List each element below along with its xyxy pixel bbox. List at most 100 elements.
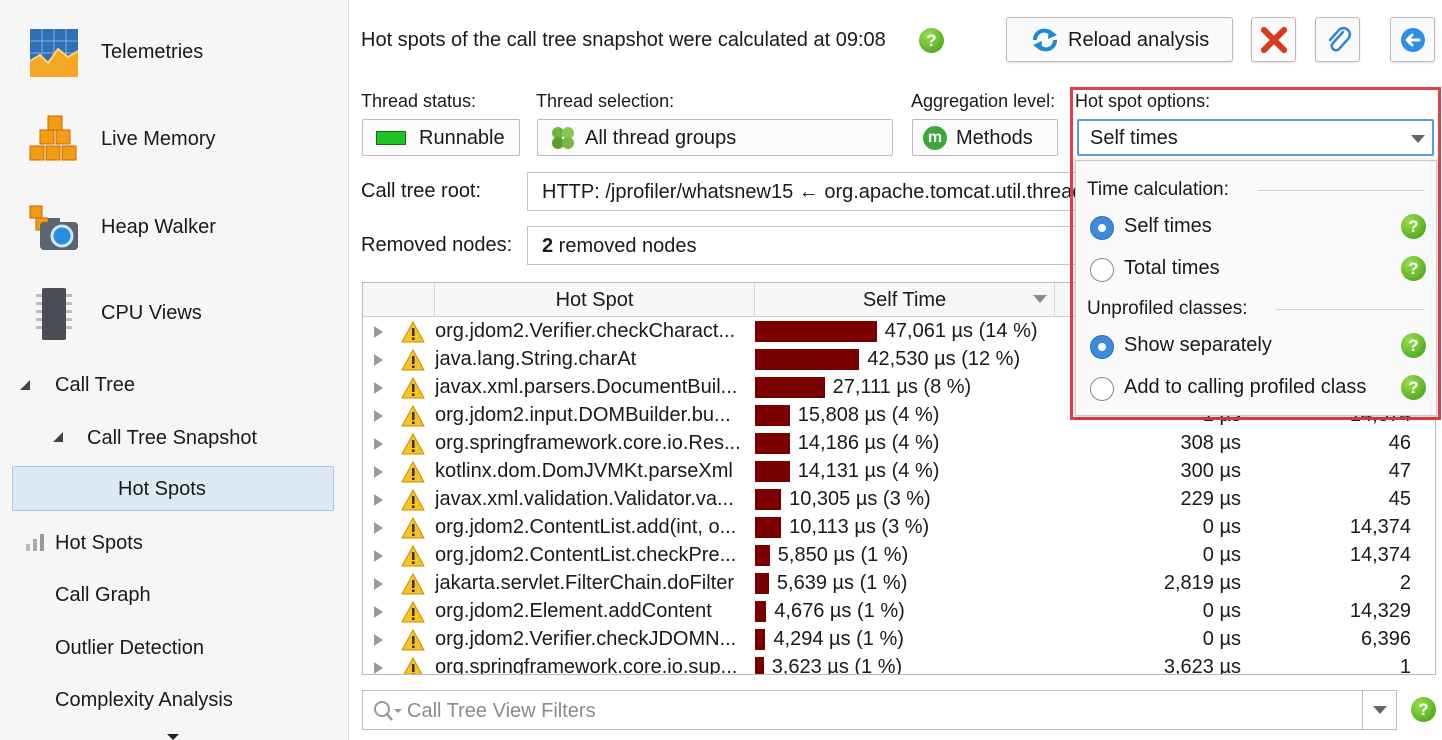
expand-triangle-icon[interactable] bbox=[374, 410, 383, 422]
table-row[interactable]: org.jdom2.ContentList.add(int, o... 10,11… bbox=[363, 514, 1435, 542]
cell-value: 14,329 bbox=[1349, 600, 1411, 622]
sidebar-item-call-graph[interactable]: Call Graph bbox=[55, 584, 151, 607]
table-row[interactable]: org.springframework.core.io.sup... 3,623 … bbox=[363, 654, 1435, 674]
table-row[interactable]: org.jdom2.Element.addContent 4,676 µs (1 … bbox=[363, 598, 1435, 626]
self-time-bar bbox=[755, 405, 790, 426]
self-time-bar bbox=[755, 601, 767, 622]
column-header-hot-spot[interactable]: Hot Spot bbox=[435, 283, 755, 317]
expand-triangle-icon[interactable] bbox=[374, 466, 383, 478]
back-arrow-icon bbox=[1401, 28, 1425, 52]
expand-triangle-icon[interactable] bbox=[374, 494, 383, 506]
warning-icon bbox=[401, 349, 425, 371]
scroll-down-icon[interactable] bbox=[167, 734, 179, 740]
hotspot-options-popup: Time calculation: Self times ? Total tim… bbox=[1075, 160, 1437, 416]
cell-value: 0 µs bbox=[1202, 628, 1241, 650]
thread-selection-value: All thread groups bbox=[585, 127, 737, 149]
expand-triangle-icon[interactable] bbox=[374, 326, 383, 338]
cell-value: 6,396 bbox=[1360, 628, 1411, 650]
column-header-self-time[interactable]: Self Time bbox=[755, 283, 1055, 317]
hot-spot-name: org.jdom2.Verifier.checkCharact... bbox=[435, 320, 736, 342]
help-icon[interactable]: ? bbox=[919, 28, 944, 53]
radio-unselected-icon[interactable] bbox=[1090, 258, 1114, 282]
removed-nodes-field[interactable]: 2 removed nodes bbox=[527, 226, 1087, 265]
attach-button[interactable] bbox=[1315, 17, 1360, 62]
expand-triangle-icon[interactable] bbox=[374, 634, 383, 646]
sidebar-item-call-tree[interactable]: Call Tree bbox=[55, 374, 135, 397]
call-tree-root-field[interactable]: HTTP: /jprofiler/whatsnew15 ← org.apache… bbox=[527, 172, 1087, 211]
hot-spot-name: org.jdom2.ContentList.checkPre... bbox=[435, 544, 737, 566]
self-time-bar bbox=[755, 629, 766, 650]
radio-total-times[interactable]: Total times ? bbox=[1090, 256, 1430, 284]
self-time-value: 47,061 µs (14 %) bbox=[884, 320, 1038, 342]
aggregation-level-label: Aggregation level: bbox=[911, 91, 1056, 111]
aggregation-level-select[interactable]: m Methods bbox=[912, 119, 1058, 156]
search-icon bbox=[374, 701, 402, 721]
expand-triangle-icon[interactable] bbox=[374, 550, 383, 562]
expand-triangle-icon[interactable] bbox=[374, 354, 383, 366]
self-time-value: 5,850 µs (1 %) bbox=[777, 544, 909, 566]
help-icon[interactable]: ? bbox=[1401, 333, 1426, 358]
cell-value: 45 bbox=[1388, 488, 1411, 510]
warning-icon bbox=[401, 461, 425, 483]
telemetries-icon bbox=[29, 29, 79, 77]
expand-triangle-icon[interactable] bbox=[374, 382, 383, 394]
radio-unselected-icon[interactable] bbox=[1090, 377, 1114, 401]
sidebar-item-telemetries[interactable]: Telemetries bbox=[0, 13, 349, 93]
radio-add-to-calling[interactable]: Add to calling profiled class ? bbox=[1090, 375, 1430, 403]
sidebar-item-heap-walker[interactable]: Heap Walker bbox=[0, 188, 349, 268]
collapse-triangle-icon[interactable] bbox=[53, 432, 63, 442]
sidebar-item-call-tree-snapshot[interactable]: Call Tree Snapshot bbox=[87, 427, 257, 450]
table-row[interactable]: jakarta.servlet.FilterChain.doFilter 5,63… bbox=[363, 570, 1435, 598]
radio-selected-icon[interactable] bbox=[1090, 335, 1114, 359]
self-time-bar bbox=[755, 517, 782, 538]
sidebar-item-cpu-views[interactable]: CPU Views bbox=[0, 274, 349, 354]
sidebar-item-live-memory[interactable]: Live Memory bbox=[0, 100, 349, 180]
expand-triangle-icon[interactable] bbox=[374, 438, 383, 450]
table-row[interactable]: kotlinx.dom.DomJVMKt.parseXml 14,131 µs (… bbox=[363, 458, 1435, 486]
self-time-bar bbox=[755, 657, 764, 674]
view-filter-bar[interactable]: Call Tree View Filters bbox=[362, 690, 1397, 730]
thread-selection-label: Thread selection: bbox=[536, 91, 675, 111]
thread-selection-select[interactable]: All thread groups bbox=[537, 119, 893, 156]
help-icon[interactable]: ? bbox=[1401, 256, 1426, 281]
table-row[interactable]: org.jdom2.Verifier.checkJDOMN... 4,294 µs… bbox=[363, 626, 1435, 654]
self-time-bar bbox=[755, 349, 860, 370]
self-time-bar bbox=[755, 573, 769, 594]
help-icon[interactable]: ? bbox=[1401, 375, 1426, 400]
sidebar-item-hot-spots[interactable]: Hot Spots bbox=[55, 532, 143, 555]
sidebar-item-label: Heap Walker bbox=[101, 216, 216, 238]
expand-triangle-icon[interactable] bbox=[374, 662, 383, 674]
help-icon[interactable]: ? bbox=[1401, 214, 1426, 239]
removed-nodes-count: 2 bbox=[542, 235, 554, 257]
self-time-bar bbox=[755, 321, 877, 342]
help-icon[interactable]: ? bbox=[1411, 697, 1436, 722]
sidebar-item-outlier-detection[interactable]: Outlier Detection bbox=[55, 637, 204, 660]
hot-spot-name: org.jdom2.ContentList.add(int, o... bbox=[435, 516, 737, 538]
table-row[interactable]: org.springframework.core.io.Res... 14,186… bbox=[363, 430, 1435, 458]
thread-status-select[interactable]: Runnable bbox=[362, 119, 520, 156]
cell-value: 308 µs bbox=[1180, 432, 1241, 454]
reload-analysis-button[interactable]: Reload analysis bbox=[1006, 17, 1233, 62]
expand-triangle-icon[interactable] bbox=[374, 578, 383, 590]
sort-descending-icon[interactable] bbox=[1033, 295, 1047, 303]
cell-value: 2 bbox=[1399, 572, 1411, 594]
back-button[interactable] bbox=[1390, 17, 1435, 62]
close-button[interactable] bbox=[1251, 17, 1296, 62]
self-time-value: 4,676 µs (1 %) bbox=[774, 600, 905, 622]
table-row[interactable]: javax.xml.validation.Validator.va... 10,3… bbox=[363, 486, 1435, 514]
warning-icon bbox=[401, 405, 425, 427]
collapse-triangle-icon[interactable] bbox=[20, 380, 30, 390]
radio-selected-icon[interactable] bbox=[1090, 216, 1114, 240]
close-icon bbox=[1261, 27, 1287, 53]
analysis-status-message: Hot spots of the call tree snapshot were… bbox=[361, 29, 886, 51]
radio-show-separately[interactable]: Show separately ? bbox=[1090, 333, 1430, 361]
sidebar-item-label: Live Memory bbox=[101, 128, 216, 150]
self-time-value: 14,131 µs (4 %) bbox=[797, 460, 940, 482]
expand-triangle-icon[interactable] bbox=[374, 606, 383, 618]
filter-dropdown-button[interactable] bbox=[1362, 691, 1396, 729]
radio-self-times[interactable]: Self times ? bbox=[1090, 214, 1430, 242]
table-row[interactable]: org.jdom2.ContentList.checkPre... 5,850 µ… bbox=[363, 542, 1435, 570]
expand-triangle-icon[interactable] bbox=[374, 522, 383, 534]
sidebar-item-hot-spots-selected[interactable]: Hot Spots bbox=[12, 466, 334, 511]
sidebar-item-complexity-analysis[interactable]: Complexity Analysis bbox=[55, 689, 233, 712]
